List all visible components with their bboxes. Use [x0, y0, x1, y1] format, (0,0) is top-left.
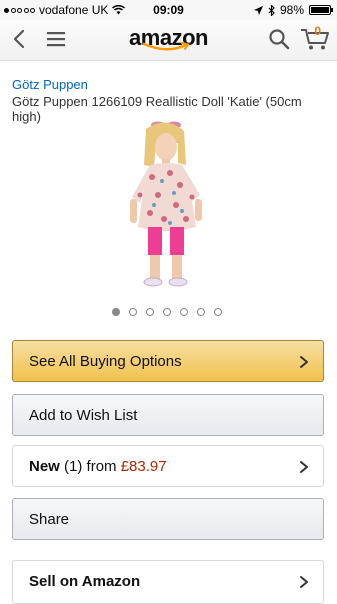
new-offers-row[interactable]: New (1) from £83.97 [12, 445, 324, 487]
chevron-right-icon [300, 576, 308, 588]
chevron-right-icon [300, 461, 308, 473]
battery-percent: 98% [279, 3, 304, 17]
chevron-right-icon [300, 356, 308, 368]
status-right: 98% [253, 3, 333, 17]
condition-new: New [29, 458, 60, 475]
carousel-dot[interactable] [146, 308, 154, 316]
bluetooth-icon [268, 4, 275, 16]
status-bar: vodafone UK 09:09 98% [0, 0, 337, 20]
carousel-dot[interactable] [129, 308, 137, 316]
share-button[interactable]: Share [12, 498, 324, 540]
buying-options-label: See All Buying Options [29, 353, 182, 370]
carousel-dot[interactable] [214, 308, 222, 316]
share-label: Share [29, 511, 70, 528]
amazon-smile-icon [142, 42, 190, 51]
from-text: from [86, 458, 117, 475]
see-all-buying-options-button[interactable]: See All Buying Options [12, 340, 324, 382]
location-arrow-icon [253, 5, 263, 15]
offer-count: (1) [64, 458, 83, 475]
carousel-dot[interactable] [180, 308, 188, 316]
wish-list-label: Add to Wish List [29, 407, 138, 424]
nav-bar: amazon 0 [0, 20, 337, 61]
carousel-dot[interactable] [112, 308, 120, 316]
image-carousel-indicator[interactable] [112, 308, 222, 316]
add-to-wish-list-button[interactable]: Add to Wish List [12, 394, 324, 436]
carousel-dot[interactable] [163, 308, 171, 316]
product-image[interactable] [120, 115, 215, 295]
search-icon[interactable] [268, 28, 290, 50]
brand-link[interactable]: Götz Puppen [12, 77, 88, 92]
battery-icon [309, 5, 333, 15]
new-offers-label: New (1) from £83.97 [29, 458, 167, 475]
cart-count-badge: 0 [314, 24, 321, 38]
sell-label: Sell on Amazon [29, 573, 141, 590]
offer-price: £83.97 [120, 458, 167, 475]
sell-on-amazon-row[interactable]: Sell on Amazon [12, 560, 324, 604]
battery-fill [311, 7, 329, 13]
carousel-dot[interactable] [197, 308, 205, 316]
